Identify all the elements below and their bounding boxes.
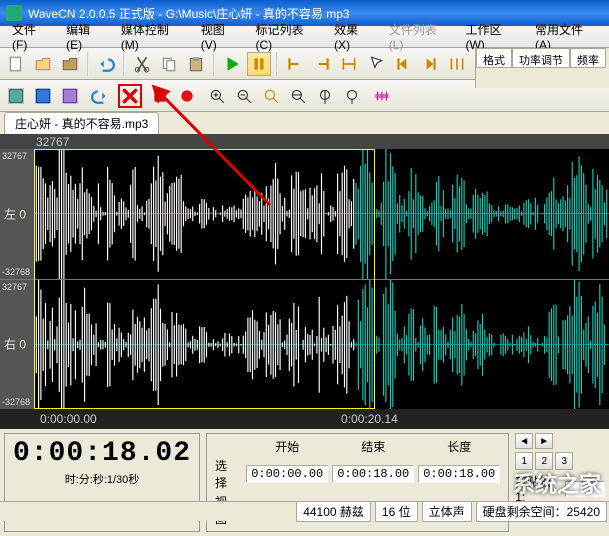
zoom-sel-button[interactable] <box>259 84 283 108</box>
menu-filelist[interactable]: 文件列表(L) <box>381 19 458 54</box>
stop-button[interactable] <box>148 84 172 108</box>
disk-b-button[interactable] <box>31 84 55 108</box>
zoom-v-in-button[interactable] <box>313 84 337 108</box>
settings-button[interactable] <box>370 84 394 108</box>
waveform-left[interactable] <box>34 149 609 279</box>
time-unit-label: 时:分:秒:1/30秒 <box>13 471 191 487</box>
cursor-button[interactable] <box>364 52 388 76</box>
channel-left: 32767 左 0 -32768 <box>0 149 609 279</box>
sel-start-field[interactable]: 0:00:00.00 <box>246 465 328 483</box>
col-len: 长度 <box>416 437 502 456</box>
disk-a-button[interactable] <box>4 84 28 108</box>
properties-tabs: 格式 功率调节 频率 <box>475 48 609 88</box>
tab-freq[interactable]: 频率 <box>570 48 606 68</box>
col-start: 开始 <box>244 437 330 456</box>
status-bits: 16 位 <box>375 501 418 522</box>
marker-start-button[interactable] <box>283 52 307 76</box>
paste-button[interactable] <box>184 52 208 76</box>
menu-view[interactable]: 视图(V) <box>193 19 248 54</box>
open-button[interactable] <box>31 52 55 76</box>
menu-bar: 文件(F) 编辑(E) 媒体控制(M) 视图(V) 标记列表(C) 效果(X) … <box>0 26 609 48</box>
waveform-view[interactable]: 32767 32767 左 0 -32768 32767 右 0 -32768 <box>0 134 609 429</box>
status-disk: 硬盘剩余空间：25420 <box>476 501 607 522</box>
menu-file[interactable]: 文件(F) <box>4 19 58 54</box>
zoom-out-button[interactable] <box>232 84 256 108</box>
status-sample-rate: 44100 赫兹 <box>296 501 371 522</box>
waveform-right[interactable] <box>34 280 609 410</box>
status-stereo: 立体声 <box>422 501 472 522</box>
current-time: 0:00:18.02 <box>13 438 191 469</box>
delete-button[interactable] <box>118 84 142 108</box>
marker-list-button[interactable] <box>445 52 469 76</box>
tab-format[interactable]: 格式 <box>476 48 512 68</box>
disk-c-button[interactable] <box>58 84 82 108</box>
cut-button[interactable] <box>130 52 154 76</box>
menu-effects[interactable]: 效果(X) <box>326 19 381 54</box>
menu-edit[interactable]: 编辑(E) <box>58 19 113 54</box>
status-bar: 44100 赫兹 16 位 立体声 硬盘剩余空间：25420 <box>0 501 609 521</box>
copy-button[interactable] <box>157 52 181 76</box>
row-selection-label: 选择 <box>213 456 244 492</box>
menu-media[interactable]: 媒体控制(M) <box>113 19 193 54</box>
amplitude-ruler: 32767 <box>0 134 609 149</box>
new-button[interactable] <box>4 52 28 76</box>
goto-prev-button[interactable] <box>391 52 415 76</box>
nav-buttons: ◄ ► <box>515 433 605 449</box>
marker-range-button[interactable] <box>337 52 361 76</box>
file-tabs: 庄心妍 - 真的不容易.mp3 <box>0 112 609 134</box>
play-button[interactable] <box>220 52 244 76</box>
watermark: 系统之家 <box>513 467 601 499</box>
channel-label-right: 32767 右 0 -32768 <box>0 280 34 410</box>
tab-power[interactable]: 功率调节 <box>512 48 570 68</box>
zoom-v-out-button[interactable] <box>340 84 364 108</box>
time-ruler[interactable]: 0:00:00.00 0:00:20.14 <box>0 409 609 429</box>
undo-button[interactable] <box>94 52 118 76</box>
sel-end-field[interactable]: 0:00:18.00 <box>332 465 414 483</box>
sel-len-field[interactable]: 0:00:18.00 <box>418 465 500 483</box>
channel-right: 32767 右 0 -32768 <box>0 279 609 410</box>
zoom-in-button[interactable] <box>205 84 229 108</box>
pause-button[interactable] <box>247 52 271 76</box>
goto-next-button[interactable] <box>418 52 442 76</box>
nav-next-button[interactable]: ► <box>535 433 553 449</box>
file-tab-active[interactable]: 庄心妍 - 真的不容易.mp3 <box>4 112 159 134</box>
nav-prev-button[interactable]: ◄ <box>515 433 533 449</box>
channel-label-left: 32767 左 0 -32768 <box>0 149 34 279</box>
save-button[interactable] <box>58 52 82 76</box>
record-button[interactable] <box>175 84 199 108</box>
zoom-full-button[interactable] <box>286 84 310 108</box>
menu-marklist[interactable]: 标记列表(C) <box>247 19 326 54</box>
marker-end-button[interactable] <box>310 52 334 76</box>
redo-button[interactable] <box>88 84 112 108</box>
col-end: 结束 <box>330 437 416 456</box>
